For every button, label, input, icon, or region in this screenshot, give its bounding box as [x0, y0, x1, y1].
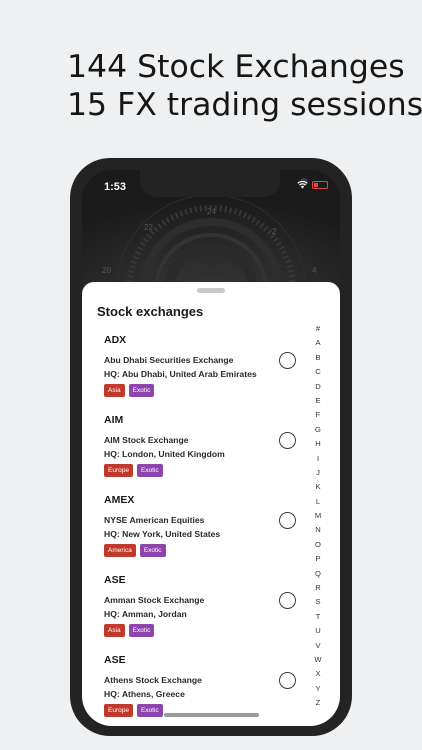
dial-number: 2 — [272, 227, 277, 236]
dial-number: 20 — [102, 266, 111, 275]
dial-number: 24 — [207, 207, 216, 216]
exotic-tag: Exotic — [128, 384, 155, 397]
sheet-title: Stock exchanges — [97, 304, 204, 319]
home-indicator[interactable] — [164, 713, 259, 717]
index-letter[interactable]: O — [315, 538, 321, 552]
index-letter[interactable]: L — [316, 495, 320, 509]
region-tag: Europe — [104, 704, 133, 717]
region-tag: Asia — [104, 624, 125, 637]
alphabet-index[interactable]: # A B C D E F G H I J K L M N O P Q R S … — [310, 322, 326, 711]
exchange-hq: HQ: London, United Kingdom — [104, 449, 225, 459]
status-time: 1:53 — [104, 181, 127, 193]
index-letter[interactable]: Y — [315, 682, 320, 696]
index-letter[interactable]: C — [315, 365, 320, 379]
index-letter[interactable]: B — [315, 351, 320, 365]
index-letter[interactable]: Z — [316, 696, 321, 710]
select-radio[interactable] — [279, 592, 296, 609]
exotic-tag: Exotic — [139, 544, 166, 557]
index-letter[interactable]: K — [315, 480, 320, 494]
exchange-hq: HQ: Athens, Greece — [104, 689, 185, 699]
sheet-grabber[interactable] — [197, 288, 225, 293]
stock-exchanges-sheet: Stock exchanges ADX Abu Dhabi Securities… — [82, 282, 340, 726]
index-letter[interactable]: R — [315, 581, 320, 595]
index-letter[interactable]: H — [315, 437, 320, 451]
index-letter[interactable]: M — [315, 509, 321, 523]
list-item[interactable]: ADX Abu Dhabi Securities Exchange HQ: Ab… — [82, 334, 312, 414]
index-letter[interactable]: X — [315, 667, 320, 681]
exchange-hq: HQ: New York, United States — [104, 529, 221, 539]
headline-line-1: 144 Stock Exchanges — [67, 49, 405, 85]
exchange-name: Abu Dhabi Securities Exchange — [104, 355, 234, 365]
tag-group: Europe Exotic — [104, 464, 163, 477]
exchange-name: AIM Stock Exchange — [104, 435, 189, 445]
index-letter[interactable]: A — [315, 336, 320, 350]
exchange-code: ASE — [104, 574, 126, 586]
select-radio[interactable] — [279, 512, 296, 529]
phone-screen: 24 22 2 20 4 1:53 Stock exchanges ADX Ab… — [82, 170, 340, 726]
list-item[interactable]: ASE Amman Stock Exchange HQ: Amman, Jord… — [82, 574, 312, 654]
index-letter[interactable]: F — [316, 408, 321, 422]
exchange-name: Amman Stock Exchange — [104, 595, 205, 605]
exotic-tag: Exotic — [136, 464, 163, 477]
wifi-icon — [297, 180, 308, 189]
index-letter[interactable]: I — [317, 452, 319, 466]
exchange-list: ADX Abu Dhabi Securities Exchange HQ: Ab… — [82, 334, 312, 726]
index-letter[interactable]: T — [316, 610, 321, 624]
exchange-hq: HQ: Amman, Jordan — [104, 609, 187, 619]
exchange-name: Athens Stock Exchange — [104, 675, 202, 685]
exotic-tag: Exotic — [136, 704, 163, 717]
index-letter[interactable]: D — [315, 380, 320, 394]
headline: 144 Stock Exchanges 15 FX trading sessio… — [67, 48, 422, 124]
index-letter[interactable]: U — [315, 624, 320, 638]
exchange-code: ASE — [104, 654, 126, 666]
list-item[interactable]: AIM AIM Stock Exchange HQ: London, Unite… — [82, 414, 312, 494]
dial-number: 22 — [144, 223, 153, 232]
exchange-code: ADX — [104, 334, 127, 346]
dial-number: 4 — [312, 266, 317, 275]
battery-icon — [312, 180, 328, 189]
tag-group: America Exotic — [104, 544, 166, 557]
region-tag: Europe — [104, 464, 133, 477]
tag-group: Asia Exotic — [104, 384, 155, 397]
index-letter[interactable]: W — [314, 653, 321, 667]
index-letter[interactable]: V — [315, 639, 320, 653]
select-radio[interactable] — [279, 352, 296, 369]
exchange-hq: HQ: Abu Dhabi, United Arab Emirates — [104, 369, 257, 379]
notch — [140, 170, 308, 197]
exotic-tag: Exotic — [128, 624, 155, 637]
index-letter[interactable]: G — [315, 423, 321, 437]
index-letter[interactable]: N — [315, 523, 320, 537]
index-letter[interactable]: # — [316, 322, 320, 336]
index-letter[interactable]: Q — [315, 567, 321, 581]
index-letter[interactable]: P — [315, 552, 320, 566]
headline-line-2: 15 FX trading sessions — [67, 87, 422, 123]
select-radio[interactable] — [279, 432, 296, 449]
tag-group: Asia Exotic — [104, 624, 155, 637]
index-letter[interactable]: E — [315, 394, 320, 408]
exchange-name: NYSE American Equities — [104, 515, 205, 525]
select-radio[interactable] — [279, 672, 296, 689]
exchange-code: AMEX — [104, 494, 135, 506]
index-letter[interactable]: S — [315, 595, 320, 609]
tag-group: Europe Exotic — [104, 704, 163, 717]
exchange-code: AIM — [104, 414, 124, 426]
region-tag: America — [104, 544, 136, 557]
list-item[interactable]: AMEX NYSE American Equities HQ: New York… — [82, 494, 312, 574]
index-letter[interactable]: J — [316, 466, 320, 480]
region-tag: Asia — [104, 384, 125, 397]
status-icons — [297, 180, 328, 189]
